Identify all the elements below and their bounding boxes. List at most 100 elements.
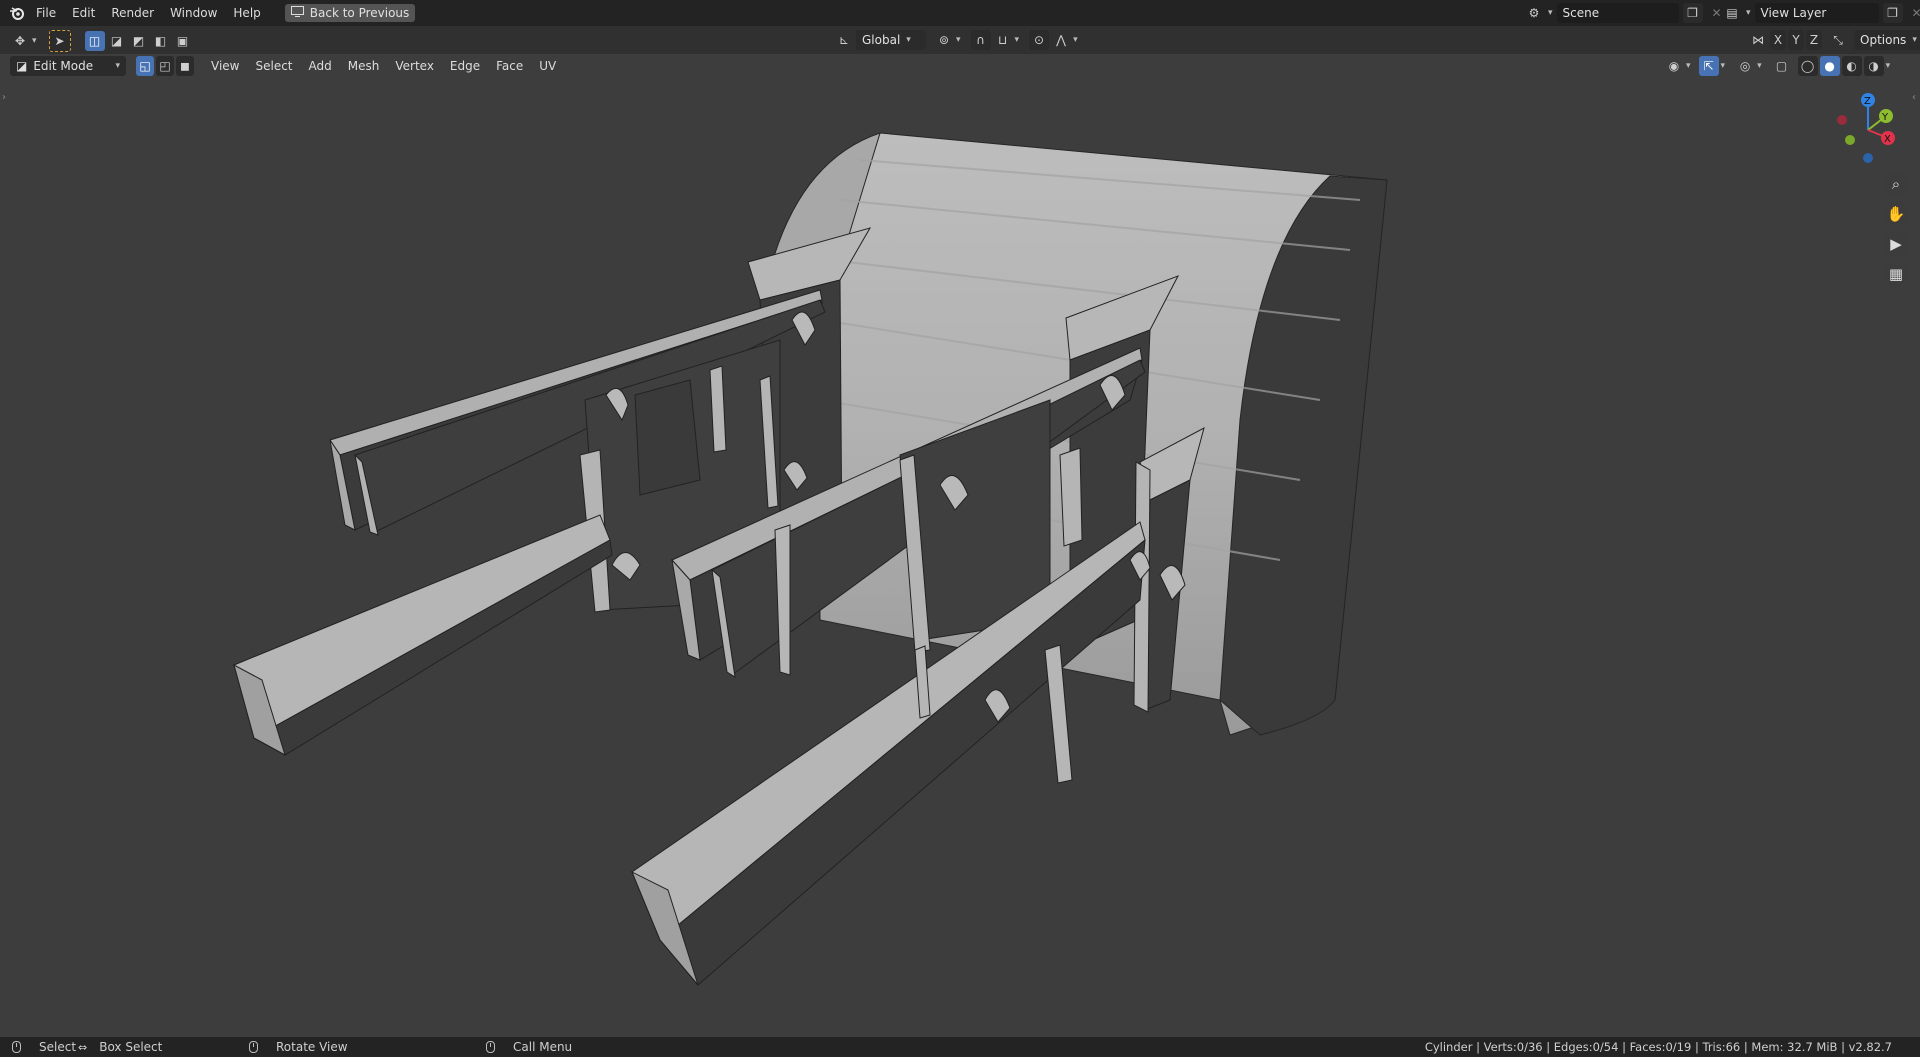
back-to-previous-button[interactable]: Back to Previous bbox=[284, 4, 416, 22]
menu-view[interactable]: View bbox=[204, 56, 246, 76]
xray-toggle-icon[interactable]: ▢ bbox=[1772, 56, 1792, 76]
menu-uv[interactable]: UV bbox=[532, 56, 563, 76]
mirror-icon[interactable]: ⋈ bbox=[1748, 30, 1768, 50]
mouse-middle-icon bbox=[249, 1041, 258, 1053]
menu-window[interactable]: Window bbox=[162, 0, 225, 26]
view-layer-browse-icon[interactable]: ▤ bbox=[1722, 3, 1742, 23]
mode-dropdown[interactable]: ◪ Edit Mode ▾ bbox=[10, 56, 126, 76]
top-bar: File Edit Render Window Help Back to Pre… bbox=[0, 0, 1920, 26]
chevron-down-icon: ▾ bbox=[1757, 61, 1762, 71]
chevron-down-icon: ▾ bbox=[1746, 8, 1751, 18]
select-mode-new-icon[interactable]: ◫ bbox=[84, 31, 105, 51]
scene-browse-icon[interactable]: ⚙ bbox=[1524, 3, 1544, 23]
menu-edit[interactable]: Edit bbox=[64, 0, 103, 26]
status-select-hint: Select bbox=[12, 1040, 76, 1054]
select-mode-subtract-icon[interactable]: ◩ bbox=[129, 31, 149, 51]
solid-shading-icon[interactable]: ● bbox=[1819, 56, 1840, 76]
viewport-canvas[interactable] bbox=[0, 54, 1920, 1037]
blender-logo-icon[interactable] bbox=[6, 3, 28, 23]
overlay-toggle-icon[interactable]: ◎ bbox=[1735, 56, 1755, 76]
navigation-gizmo[interactable]: Z Y X bbox=[1830, 88, 1910, 168]
gizmo-x-label: X bbox=[1884, 134, 1891, 145]
chevron-down-icon: ▾ bbox=[1014, 35, 1020, 45]
options-dropdown[interactable]: Options ▾ bbox=[1854, 30, 1920, 50]
options-label: Options bbox=[1860, 33, 1907, 47]
chevron-down-icon: ▾ bbox=[1686, 61, 1691, 71]
select-mode-invert-icon[interactable]: ◧ bbox=[151, 31, 171, 51]
screen-icon bbox=[290, 6, 304, 20]
transform-orientation-dropdown[interactable]: Global ▾ bbox=[856, 30, 926, 50]
pivot-point-icon[interactable]: ⊚ bbox=[934, 30, 954, 50]
gizmo-y-label: Y bbox=[1881, 112, 1889, 123]
mouse-right-icon bbox=[486, 1041, 495, 1053]
menu-help[interactable]: Help bbox=[225, 0, 268, 26]
gizmo-z-label: Z bbox=[1864, 96, 1871, 107]
new-scene-icon[interactable]: ❐ bbox=[1682, 3, 1703, 23]
chevron-down-icon: ▾ bbox=[115, 61, 120, 71]
menu-render[interactable]: Render bbox=[103, 0, 162, 26]
3d-viewport[interactable] bbox=[0, 54, 1920, 1037]
viewport-header: ◪ Edit Mode ▾ ◱ ◰ ◼ View Select Add Mesh… bbox=[0, 54, 1920, 78]
snap-toggle-icon[interactable]: ∩ bbox=[970, 30, 991, 50]
status-rotate-label: Rotate View bbox=[276, 1040, 348, 1054]
axis-z-toggle[interactable]: Z bbox=[1806, 30, 1822, 50]
vertex-select-icon[interactable]: ◱ bbox=[136, 56, 154, 76]
status-rotate-hint: Rotate View bbox=[249, 1040, 348, 1054]
falloff-icon[interactable]: ⋀ bbox=[1051, 30, 1071, 50]
perspective-grid-icon[interactable]: ▦ bbox=[1883, 261, 1909, 287]
snap-element-icon[interactable]: ⊔ bbox=[993, 30, 1013, 50]
mouse-left-icon bbox=[12, 1041, 21, 1053]
status-box-select-label: Box Select bbox=[99, 1040, 163, 1054]
menu-edge[interactable]: Edge bbox=[443, 56, 487, 76]
back-to-previous-label: Back to Previous bbox=[309, 6, 410, 20]
chevron-down-icon: ▾ bbox=[956, 35, 961, 45]
menu-vertex[interactable]: Vertex bbox=[388, 56, 441, 76]
pan-hand-icon[interactable]: ✋ bbox=[1883, 201, 1909, 227]
rendered-shading-icon[interactable]: ◑ bbox=[1863, 56, 1884, 76]
edit-mode-icon: ◪ bbox=[16, 59, 28, 73]
menu-select[interactable]: Select bbox=[248, 56, 299, 76]
select-tool-icon[interactable]: ➤ bbox=[48, 30, 71, 52]
camera-view-icon[interactable]: ▶ bbox=[1883, 231, 1909, 257]
proportional-edit-icon[interactable]: ⊙ bbox=[1029, 30, 1050, 50]
orientation-icon: ⊾ bbox=[838, 33, 850, 47]
status-call-menu-label: Call Menu bbox=[513, 1040, 573, 1054]
mode-value: Edit Mode bbox=[33, 59, 94, 73]
view-layer-name-field[interactable]: View Layer bbox=[1754, 3, 1879, 23]
zoom-icon[interactable]: ⌕ bbox=[1883, 171, 1909, 197]
new-view-layer-icon[interactable]: ❐ bbox=[1882, 3, 1903, 23]
chevron-down-icon: ▾ bbox=[1912, 35, 1917, 45]
transform-orientation-value: Global bbox=[862, 33, 901, 47]
axis-y-toggle[interactable]: Y bbox=[1788, 30, 1804, 50]
chevron-down-icon: ▾ bbox=[1885, 61, 1891, 71]
material-shading-icon[interactable]: ◐ bbox=[1841, 56, 1862, 76]
chevron-down-icon: ▾ bbox=[1073, 35, 1078, 45]
edge-select-icon[interactable]: ◰ bbox=[156, 56, 174, 76]
editor-type-icon[interactable]: ✥ bbox=[10, 31, 30, 51]
close-view-layer-icon[interactable]: ✕ bbox=[1907, 3, 1920, 23]
sidebar-expand-arrow-icon[interactable]: ‹ bbox=[1912, 92, 1916, 103]
status-select-label: Select bbox=[39, 1040, 77, 1054]
menu-add[interactable]: Add bbox=[302, 56, 339, 76]
gizmo-toggle-icon[interactable]: ⇱ bbox=[1698, 56, 1719, 76]
status-box-select-hint: ⇔ Box Select bbox=[78, 1040, 162, 1054]
menu-file[interactable]: File bbox=[28, 0, 64, 26]
menu-mesh[interactable]: Mesh bbox=[341, 56, 387, 76]
mouse-drag-icon: ⇔ bbox=[78, 1040, 88, 1054]
select-mode-intersect-icon[interactable]: ▣ bbox=[173, 31, 193, 51]
status-bar: Select ⇔ Box Select Rotate View Call Men… bbox=[0, 1037, 1920, 1057]
visibility-icon[interactable]: ◉ bbox=[1664, 56, 1684, 76]
chevron-down-icon: ▾ bbox=[32, 36, 37, 46]
chevron-down-icon: ▾ bbox=[1548, 8, 1553, 18]
select-mode-extend-icon[interactable]: ◪ bbox=[107, 31, 127, 51]
wireframe-shading-icon[interactable]: ◯ bbox=[1797, 56, 1818, 76]
scene-name-field[interactable]: Scene bbox=[1556, 3, 1679, 23]
face-select-icon[interactable]: ◼ bbox=[176, 56, 194, 76]
toolbar-expand-arrow-icon[interactable]: › bbox=[2, 92, 6, 103]
scene-statistics: Cylinder | Verts:0/36 | Edges:0/54 | Fac… bbox=[1424, 1040, 1892, 1054]
tool-header: ✥ ▾ ➤ ◫ ◪ ◩ ◧ ▣ ⊾ Global ▾ ⊚ ▾ ∩ ⊔ ▾ ⊙ ⋀… bbox=[0, 26, 1920, 54]
chevron-down-icon: ▾ bbox=[1720, 61, 1726, 71]
menu-face[interactable]: Face bbox=[489, 56, 530, 76]
auto-merge-icon[interactable]: ⤡ bbox=[1828, 30, 1848, 50]
axis-x-toggle[interactable]: X bbox=[1770, 30, 1786, 50]
